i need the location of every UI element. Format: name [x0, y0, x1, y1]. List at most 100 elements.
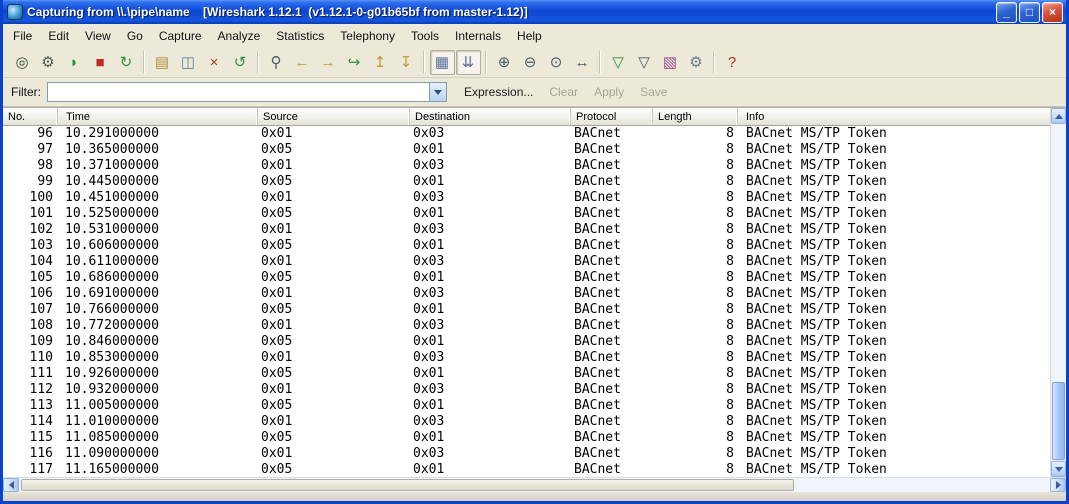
menu-view[interactable]: View — [77, 25, 119, 47]
capture-start-button[interactable]: ◗ — [62, 50, 87, 75]
clear-button[interactable]: Clear — [542, 82, 585, 102]
colorize-packet-list-icon: ▦ — [434, 53, 450, 71]
packet-row[interactable]: 97 10.365000000 0x05 0x01 BACnet 8 BACnet MS/T… — [3, 142, 1050, 158]
cell-no: 115 — [29, 430, 53, 445]
vertical-scroll-thumb[interactable] — [1052, 382, 1065, 460]
cell-length: 8 — [726, 382, 734, 397]
packet-row[interactable]: 105 10.686000000 0x05 0x01 BACnet 8 BACnet MS/… — [3, 270, 1050, 286]
find-packet-button[interactable]: ⚲ — [264, 50, 289, 75]
filter-bar: Filter: Expression... Clear Apply Save — [3, 78, 1066, 107]
cell-info: BACnet MS/TP Token — [746, 286, 887, 301]
packet-row[interactable]: 113 11.005000000 0x05 0x01 BACnet 8 BACnet MS/… — [3, 398, 1050, 414]
cell-protocol: BACnet — [574, 142, 621, 157]
scroll-down-button[interactable] — [1051, 461, 1066, 477]
filter-dropdown-button[interactable] — [429, 83, 446, 101]
save-button[interactable]: Save — [633, 82, 674, 102]
menu-file[interactable]: File — [5, 25, 40, 47]
menu-statistics[interactable]: Statistics — [268, 25, 332, 47]
packet-row[interactable]: 111 10.926000000 0x05 0x01 BACnet 8 BACnet MS/… — [3, 366, 1050, 382]
packet-row[interactable]: 116 11.090000000 0x01 0x03 BACnet 8 BACnet MS/… — [3, 446, 1050, 462]
filter-input[interactable] — [48, 83, 429, 101]
title-bar[interactable]: Capturing from \\.\pipe\name [Wireshark … — [3, 0, 1066, 24]
capture-interfaces-button[interactable]: ◎ — [10, 50, 35, 75]
goto-packet-button[interactable]: ↪ — [342, 50, 367, 75]
coloring-rules-icon: ▧ — [662, 53, 678, 71]
packet-row[interactable]: 98 10.371000000 0x01 0x03 BACnet 8 BACnet MS/T… — [3, 158, 1050, 174]
help-button[interactable]: ? — [720, 50, 745, 75]
packet-row[interactable]: 114 11.010000000 0x01 0x03 BACnet 8 BACnet MS/… — [3, 414, 1050, 430]
resize-columns-button[interactable]: ↔ — [570, 50, 595, 75]
display-filter-button[interactable]: ▽ — [632, 50, 657, 75]
go-back-button[interactable]: ← — [290, 50, 315, 75]
menu-go[interactable]: Go — [119, 25, 151, 47]
packet-row[interactable]: 109 10.846000000 0x05 0x01 BACnet 8 BACnet MS/… — [3, 334, 1050, 350]
column-header-info[interactable]: Info — [738, 108, 1050, 125]
file-save-button[interactable]: ◫ — [176, 50, 201, 75]
scroll-right-button[interactable] — [1050, 478, 1066, 492]
cell-time: 10.291000000 — [65, 126, 159, 141]
column-header-no[interactable]: No. — [3, 108, 58, 125]
colorize-packet-list-button[interactable]: ▦ — [429, 49, 455, 75]
packet-row[interactable]: 99 10.445000000 0x05 0x01 BACnet 8 BACnet MS/T… — [3, 174, 1050, 190]
horizontal-scrollbar[interactable] — [3, 477, 1066, 492]
cell-length: 8 — [726, 190, 734, 205]
file-reload-button[interactable]: ↺ — [228, 50, 253, 75]
packet-row[interactable]: 106 10.691000000 0x01 0x03 BACnet 8 BACnet MS/… — [3, 286, 1050, 302]
menu-internals[interactable]: Internals — [447, 25, 509, 47]
toolbar-separator — [257, 51, 259, 73]
packet-row[interactable]: 101 10.525000000 0x05 0x01 BACnet 8 BACnet MS/… — [3, 206, 1050, 222]
menu-edit[interactable]: Edit — [40, 25, 77, 47]
packet-row[interactable]: 107 10.766000000 0x05 0x01 BACnet 8 BACnet MS/… — [3, 302, 1050, 318]
scroll-up-button[interactable] — [1051, 108, 1066, 124]
go-first-packet-button[interactable]: ↥ — [368, 50, 393, 75]
column-header-length[interactable]: Length — [653, 108, 738, 125]
cell-source: 0x05 — [261, 142, 293, 157]
go-last-packet-button[interactable]: ↧ — [394, 50, 419, 75]
autoscroll-live-capture-button[interactable]: ⇊ — [455, 49, 481, 75]
packet-row[interactable]: 104 10.611000000 0x01 0x03 BACnet 8 BACnet MS/… — [3, 254, 1050, 270]
capture-stop-button[interactable]: ■ — [88, 50, 113, 75]
horizontal-scroll-track[interactable] — [19, 478, 1050, 492]
column-header-time[interactable]: Time — [58, 108, 258, 125]
menu-telephony[interactable]: Telephony — [332, 25, 403, 47]
cell-source: 0x01 — [261, 414, 293, 429]
capture-filter-button[interactable]: ▽ — [606, 50, 631, 75]
coloring-rules-button[interactable]: ▧ — [658, 50, 683, 75]
packet-row[interactable]: 108 10.772000000 0x01 0x03 BACnet 8 BACnet MS/… — [3, 318, 1050, 334]
capture-restart-button[interactable]: ↻ — [114, 50, 139, 75]
preferences-button[interactable]: ⚙ — [684, 50, 709, 75]
minimize-button[interactable]: _ — [996, 1, 1017, 23]
packet-row[interactable]: 112 10.932000000 0x01 0x03 BACnet 8 BACnet MS/… — [3, 382, 1050, 398]
vertical-scroll-track[interactable] — [1051, 124, 1066, 461]
expression-button[interactable]: Expression... — [457, 82, 540, 102]
cell-length: 8 — [726, 238, 734, 253]
zoom-100-button[interactable]: ⊙ — [544, 50, 569, 75]
capture-options-button[interactable]: ⚙ — [36, 50, 61, 75]
zoom-in-button[interactable]: ⊕ — [492, 50, 517, 75]
menu-capture[interactable]: Capture — [151, 25, 210, 47]
vertical-scrollbar[interactable] — [1050, 108, 1066, 477]
packet-row[interactable]: 117 11.165000000 0x05 0x01 BACnet 8 BACnet MS/… — [3, 462, 1050, 477]
go-forward-button[interactable]: → — [316, 50, 341, 75]
menu-analyze[interactable]: Analyze — [210, 25, 269, 47]
close-button[interactable]: × — [1042, 1, 1063, 23]
horizontal-scroll-thumb[interactable] — [21, 479, 795, 491]
packet-row[interactable]: 103 10.606000000 0x05 0x01 BACnet 8 BACnet MS/… — [3, 238, 1050, 254]
packet-row[interactable]: 102 10.531000000 0x01 0x03 BACnet 8 BACnet MS/… — [3, 222, 1050, 238]
menu-tools[interactable]: Tools — [403, 25, 447, 47]
zoom-out-button[interactable]: ⊖ — [518, 50, 543, 75]
cell-source: 0x05 — [261, 206, 293, 221]
packet-row[interactable]: 100 10.451000000 0x01 0x03 BACnet 8 BACnet MS/… — [3, 190, 1050, 206]
scroll-left-button[interactable] — [3, 478, 19, 492]
apply-button[interactable]: Apply — [587, 82, 631, 102]
column-header-source[interactable]: Source — [258, 108, 410, 125]
packet-row[interactable]: 110 10.853000000 0x01 0x03 BACnet 8 BACnet MS/… — [3, 350, 1050, 366]
file-close-button[interactable]: × — [202, 50, 227, 75]
column-header-destination[interactable]: Destination — [410, 108, 571, 125]
column-header-protocol[interactable]: Protocol — [571, 108, 653, 125]
packet-row[interactable]: 115 11.085000000 0x05 0x01 BACnet 8 BACnet MS/… — [3, 430, 1050, 446]
menu-help[interactable]: Help — [509, 25, 550, 47]
file-open-button[interactable]: ▤ — [150, 50, 175, 75]
restore-button[interactable]: □ — [1019, 1, 1040, 23]
packet-row[interactable]: 96 10.291000000 0x01 0x03 BACnet 8 BACnet MS/T… — [3, 126, 1050, 142]
